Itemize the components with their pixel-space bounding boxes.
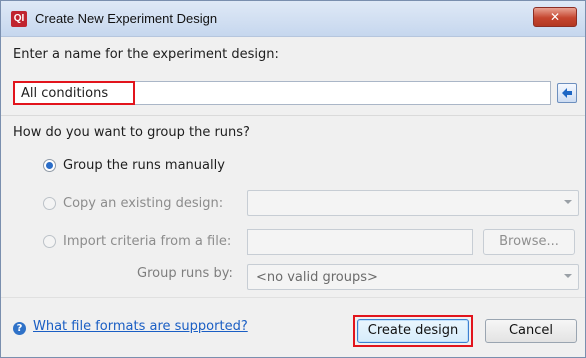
import-file-path-input[interactable] bbox=[247, 229, 473, 255]
title-bar: QI Create New Experiment Design ✕ bbox=[1, 1, 585, 37]
help-icon: ? bbox=[13, 322, 26, 335]
radio-label-copy: Copy an existing design: bbox=[63, 195, 224, 211]
existing-design-dropdown[interactable] bbox=[247, 190, 579, 216]
design-name-highlight bbox=[13, 81, 135, 105]
footer-divider bbox=[1, 297, 585, 298]
section-divider bbox=[1, 115, 585, 116]
radio-indicator[interactable] bbox=[43, 158, 56, 172]
chevron-down-icon bbox=[564, 274, 572, 278]
app-logo-icon: QI bbox=[11, 11, 27, 27]
radio-label-manual: Group the runs manually bbox=[63, 157, 225, 173]
dialog-window: QI Create New Experiment Design ✕ Enter … bbox=[0, 0, 586, 358]
file-formats-help-link[interactable]: What file formats are supported? bbox=[33, 319, 248, 334]
radio-indicator[interactable] bbox=[43, 196, 56, 210]
browse-button[interactable]: Browse... bbox=[483, 229, 575, 255]
radio-copy-design[interactable]: Copy an existing design: bbox=[43, 193, 223, 213]
arrow-left-icon[interactable] bbox=[557, 83, 577, 103]
chevron-down-icon bbox=[564, 200, 572, 204]
radio-indicator[interactable] bbox=[43, 234, 56, 248]
dialog-title: Create New Experiment Design bbox=[35, 11, 218, 26]
radio-label-import: Import criteria from a file: bbox=[63, 233, 232, 249]
group-runs-by-value: <no valid groups> bbox=[256, 270, 378, 285]
group-runs-by-dropdown[interactable]: <no valid groups> bbox=[247, 264, 579, 290]
close-button[interactable]: ✕ bbox=[533, 7, 577, 27]
name-prompt-label: Enter a name for the experiment design: bbox=[13, 47, 279, 62]
group-runs-by-label: Group runs by: bbox=[137, 266, 233, 281]
grouping-question: How do you want to group the runs? bbox=[13, 125, 250, 140]
create-design-highlight bbox=[353, 315, 473, 347]
cancel-button[interactable]: Cancel bbox=[485, 319, 577, 343]
radio-group-manually[interactable]: Group the runs manually bbox=[43, 155, 225, 175]
radio-import-criteria[interactable]: Import criteria from a file: bbox=[43, 231, 231, 251]
